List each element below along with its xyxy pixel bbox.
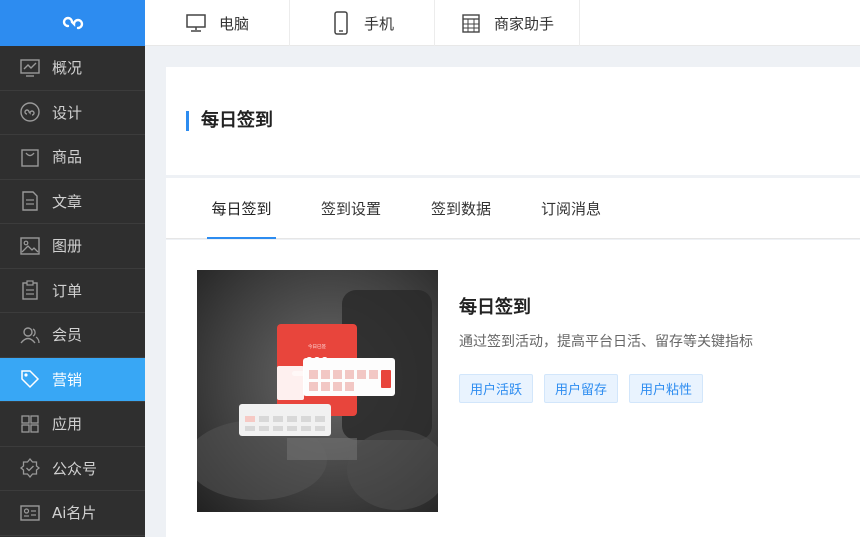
sidebar-item-overview[interactable]: 概况 bbox=[0, 46, 145, 91]
sidebar-item-apps[interactable]: 应用 bbox=[0, 402, 145, 447]
sidebar-item-label: 会员 bbox=[52, 326, 83, 345]
tag-icon bbox=[19, 368, 41, 390]
logo[interactable] bbox=[0, 0, 145, 46]
sidebar: 概况 设计 商品 文章 图册 订单 会员 营销 应用 公众号 Ai名片 bbox=[0, 0, 145, 537]
grid-icon bbox=[19, 413, 41, 435]
feature-title: 每日签到 bbox=[459, 297, 531, 318]
design-icon bbox=[19, 101, 41, 123]
feature-description: 通过签到活动，提高平台日活、留存等关键指标 bbox=[459, 334, 753, 350]
sidebar-item-label: 设计 bbox=[52, 103, 83, 122]
sidebar-item-label: 营销 bbox=[52, 370, 83, 389]
chart-line-icon bbox=[19, 57, 41, 79]
document-icon bbox=[19, 190, 41, 212]
image-icon bbox=[19, 235, 41, 257]
tag-user-activity: 用户活跃 bbox=[459, 374, 534, 403]
badge-icon bbox=[19, 457, 41, 479]
sidebar-item-label: 图册 bbox=[52, 237, 83, 256]
shopping-bag-icon bbox=[19, 146, 41, 168]
users-icon bbox=[19, 324, 41, 346]
tab-merchant-assistant[interactable]: 商家助手 bbox=[435, 0, 580, 46]
sidebar-item-ai-card[interactable]: Ai名片 bbox=[0, 491, 145, 536]
subtab-bar: 每日签到 签到设置 签到数据 订阅消息 bbox=[166, 178, 860, 239]
tag-user-stickiness: 用户粘性 bbox=[629, 374, 704, 403]
sidebar-item-official-account[interactable]: 公众号 bbox=[0, 447, 145, 491]
sidebar-item-articles[interactable]: 文章 bbox=[0, 180, 145, 224]
sidebar-item-design[interactable]: 设计 bbox=[0, 91, 145, 135]
logo-icon bbox=[62, 16, 83, 30]
tag-user-retention: 用户留存 bbox=[544, 374, 619, 403]
sidebar-item-gallery[interactable]: 图册 bbox=[0, 224, 145, 269]
sidebar-item-label: Ai名片 bbox=[52, 504, 97, 523]
subtab-daily-checkin[interactable]: 每日签到 bbox=[207, 178, 276, 239]
phone-icon bbox=[330, 11, 352, 35]
content-panel: 今日已签 888 bbox=[166, 240, 860, 537]
feature-preview-image: 今日已签 888 bbox=[197, 270, 438, 512]
tab-label: 手机 bbox=[363, 14, 394, 33]
page-title: 每日签到 bbox=[186, 111, 273, 131]
tab-desktop[interactable]: 电脑 bbox=[145, 0, 290, 46]
sidebar-item-orders[interactable]: 订单 bbox=[0, 269, 145, 313]
sidebar-item-label: 文章 bbox=[52, 192, 83, 211]
sidebar-item-label: 商品 bbox=[52, 148, 83, 167]
tab-label: 电脑 bbox=[218, 14, 249, 33]
subtab-subscription-messages[interactable]: 订阅消息 bbox=[536, 178, 606, 239]
sidebar-item-label: 订单 bbox=[52, 281, 83, 300]
sidebar-item-products[interactable]: 商品 bbox=[0, 135, 145, 180]
tab-label: 商家助手 bbox=[493, 14, 554, 33]
sidebar-item-label: 应用 bbox=[52, 415, 83, 434]
header-panel: 每日签到 bbox=[166, 67, 860, 175]
sidebar-item-members[interactable]: 会员 bbox=[0, 313, 145, 358]
subtab-checkin-data[interactable]: 签到数据 bbox=[426, 178, 496, 239]
feature-tags: 用户活跃 用户留存 用户粘性 bbox=[459, 374, 714, 403]
sidebar-item-label: 公众号 bbox=[52, 459, 98, 478]
id-card-icon bbox=[19, 502, 41, 524]
sidebar-item-marketing[interactable]: 营销 bbox=[0, 357, 145, 402]
calendar-icon bbox=[460, 11, 482, 35]
monitor-icon bbox=[185, 11, 207, 35]
top-bar: 电脑 手机 商家助手 bbox=[145, 0, 860, 46]
svg-text:今日已签: 今日已签 bbox=[308, 343, 326, 350]
tab-mobile[interactable]: 手机 bbox=[290, 0, 435, 46]
subtab-checkin-settings[interactable]: 签到设置 bbox=[316, 178, 386, 239]
clipboard-icon bbox=[19, 279, 41, 301]
sidebar-item-label: 概况 bbox=[52, 59, 83, 78]
